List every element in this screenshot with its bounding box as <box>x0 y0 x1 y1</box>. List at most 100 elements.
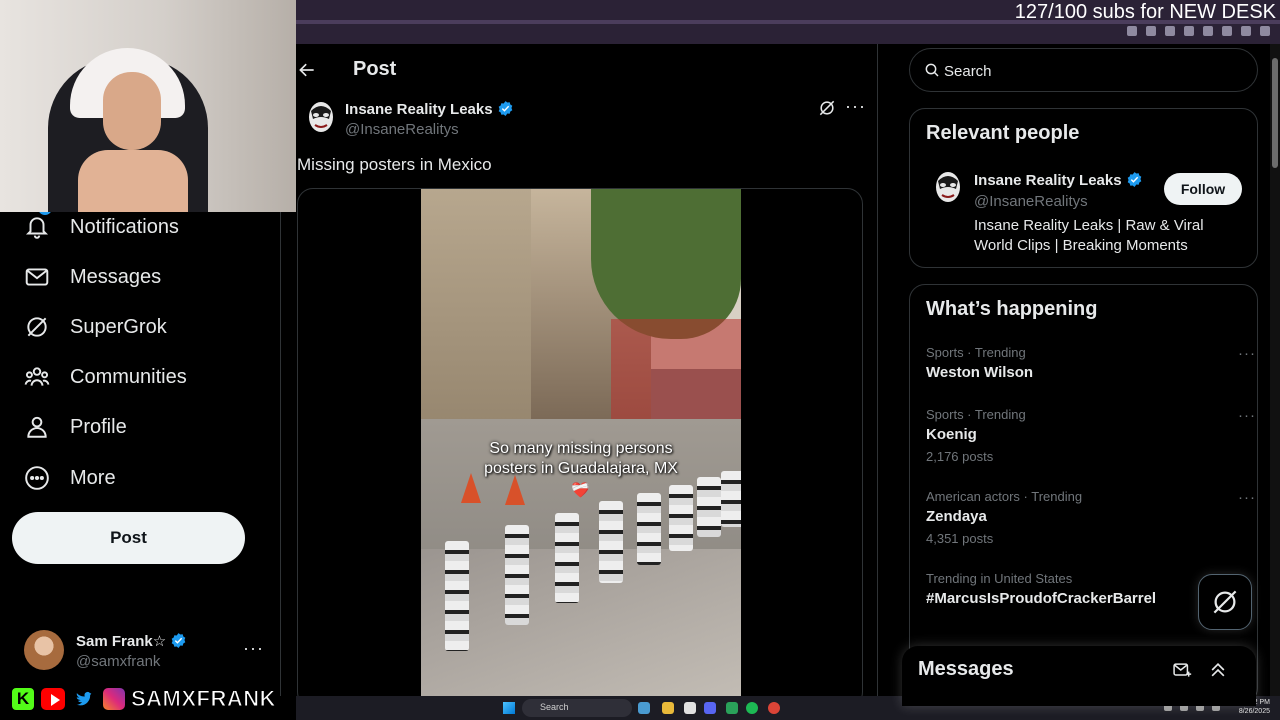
back-arrow-icon[interactable] <box>297 60 317 80</box>
trend-more-icon[interactable]: ··· <box>1238 407 1256 424</box>
heart-emoji-icon: ❤️‍🩹 <box>571 482 590 499</box>
browser-toolbar-icons <box>1127 26 1270 36</box>
sidebar-item-communities[interactable]: Communities <box>24 362 187 392</box>
author-name-row[interactable]: Insane Reality Leaks <box>345 100 514 118</box>
account-name: Sam Frank☆ <box>76 633 167 650</box>
extension-icon[interactable] <box>1222 26 1232 36</box>
file-explorer-icon[interactable] <box>662 702 674 714</box>
grok-icon <box>1213 590 1237 614</box>
store-icon[interactable] <box>684 702 696 714</box>
stream-subs-overlay: 127/100 subs for NEW DESK <box>1014 1 1276 23</box>
kick-logo-icon: K <box>10 686 36 712</box>
trend-meta: Sports · Trending <box>926 345 1026 360</box>
account-handle: @samxfrank <box>76 653 161 670</box>
trend-post-count: 2,176 posts <box>926 449 994 464</box>
sidebar-item-messages[interactable]: Messages <box>24 262 161 292</box>
sidebar-item-profile[interactable]: Profile <box>24 412 127 442</box>
trend-item[interactable]: American actors · Trending Zendaya 4,351… <box>926 489 1255 546</box>
video-caption-line: posters in Guadalajara, MX <box>484 460 678 477</box>
video-caption: So many missing persons posters in Guada… <box>441 439 721 479</box>
author-name[interactable]: Insane Reality Leaks <box>345 101 493 118</box>
scrollbar-thumb[interactable] <box>1272 58 1278 168</box>
download-icon[interactable] <box>1241 26 1251 36</box>
relevant-person-bio: Insane Reality Leaks | Raw & Viral World… <box>974 217 1204 254</box>
new-message-icon[interactable] <box>1172 660 1192 680</box>
video-caption-line: So many missing persons <box>489 440 673 457</box>
relevant-person-name[interactable]: Insane Reality Leaks <box>974 172 1122 189</box>
trend-item[interactable]: Sports · Trending Koenig 2,176 posts ··· <box>926 407 1255 464</box>
relevant-person-avatar[interactable] <box>928 167 968 207</box>
sidebar-item-notifications[interactable]: 7 Notifications <box>24 200 179 242</box>
sidebar-item-label: Messages <box>70 265 162 288</box>
communities-icon <box>24 367 50 386</box>
app-icon[interactable] <box>726 702 738 714</box>
verified-badge-icon <box>1127 172 1141 187</box>
whats-happening-card: What’s happening Sports · Trending Westo… <box>909 284 1258 704</box>
taskbar-search-label: Search <box>540 702 569 712</box>
bell-icon <box>25 217 49 239</box>
trend-item[interactable]: Sports · Trending Weston Wilson ··· <box>926 345 1255 381</box>
author-avatar[interactable] <box>301 97 341 137</box>
verified-badge-icon <box>171 633 186 648</box>
search-input[interactable] <box>944 59 1244 83</box>
trend-topic: Weston Wilson <box>926 364 1034 381</box>
chrome-icon[interactable] <box>768 702 780 714</box>
discord-icon[interactable] <box>704 702 716 714</box>
account-switcher[interactable]: Sam Frank☆ @samxfrank ··· <box>24 630 274 674</box>
stream-social-banner: K SAMXFRANK <box>10 684 276 714</box>
trend-more-icon[interactable]: ··· <box>1238 345 1256 362</box>
grok-icon[interactable] <box>817 98 837 118</box>
trend-more-icon[interactable]: ··· <box>1238 489 1256 506</box>
relevant-person-name-row[interactable]: Insane Reality Leaks <box>974 171 1143 189</box>
whats-happening-title: What’s happening <box>926 298 1098 320</box>
post-more-icon[interactable]: ··· <box>845 96 866 117</box>
more-circle-icon <box>25 466 49 490</box>
sidebar-item-label: Notifications <box>70 215 179 238</box>
mask-logo-icon <box>936 172 960 202</box>
twitter-logo-icon <box>70 686 98 712</box>
streamer-handle: SAMXFRANK <box>130 686 277 712</box>
extension-icon[interactable] <box>1184 26 1194 36</box>
grok-floating-button[interactable] <box>1198 574 1252 630</box>
bookmark-icon[interactable] <box>1165 26 1175 36</box>
sidebar-item-label: Profile <box>70 415 127 438</box>
post-text: Missing posters in Mexico <box>297 155 492 174</box>
instagram-logo-icon <box>101 686 127 712</box>
sidebar-item-more[interactable]: More <box>24 463 116 493</box>
mask-logo-icon <box>309 102 333 132</box>
relevant-people-title: Relevant people <box>926 122 1080 144</box>
taskbar-search[interactable]: Search <box>522 699 632 717</box>
sidebar-item-supergrok[interactable]: SuperGrok <box>24 312 167 342</box>
post-media[interactable]: So many missing persons posters in Guada… <box>297 188 863 708</box>
chevron-up-icon[interactable] <box>1208 660 1228 680</box>
compose-post-button[interactable]: Post <box>12 512 245 564</box>
spotify-icon[interactable] <box>746 702 758 714</box>
sidebar-item-label: Communities <box>70 365 187 388</box>
sidebar-nav: 7 Notifications Messages SuperGrok Commu… <box>0 200 280 720</box>
grok-icon <box>27 317 47 337</box>
page-title: Post <box>353 58 397 80</box>
chrome-icon[interactable] <box>638 702 650 714</box>
youtube-logo-icon <box>39 686 67 712</box>
webcam-feed <box>0 0 296 212</box>
trend-topic: Zendaya <box>926 508 987 525</box>
search-box[interactable] <box>909 48 1258 92</box>
extension-icon[interactable] <box>1203 26 1213 36</box>
taskbar-date: 8/26/2025 <box>1238 708 1270 715</box>
zoom-icon[interactable] <box>1146 26 1156 36</box>
trend-meta: American actors · Trending <box>926 489 1083 504</box>
trend-topic: Koenig <box>926 426 977 443</box>
post-detail-column: Post Insane Reality Leaks @InsaneReality… <box>280 44 878 708</box>
relevant-person-handle[interactable]: @InsaneRealitys <box>974 193 1088 210</box>
messages-drawer[interactable]: Messages <box>902 646 1256 706</box>
trend-meta: Sports · Trending <box>926 407 1026 422</box>
video-player[interactable]: So many missing persons posters in Guada… <box>421 189 741 707</box>
account-more-icon[interactable]: ··· <box>243 638 264 659</box>
author-handle[interactable]: @InsaneRealitys <box>345 121 459 138</box>
search-icon <box>925 63 939 77</box>
windows-start-icon[interactable] <box>503 702 515 714</box>
profile-icon[interactable] <box>1260 26 1270 36</box>
extension-icon[interactable] <box>1127 26 1137 36</box>
page-scrollbar[interactable] <box>1270 44 1280 696</box>
follow-button[interactable]: Follow <box>1164 173 1242 205</box>
